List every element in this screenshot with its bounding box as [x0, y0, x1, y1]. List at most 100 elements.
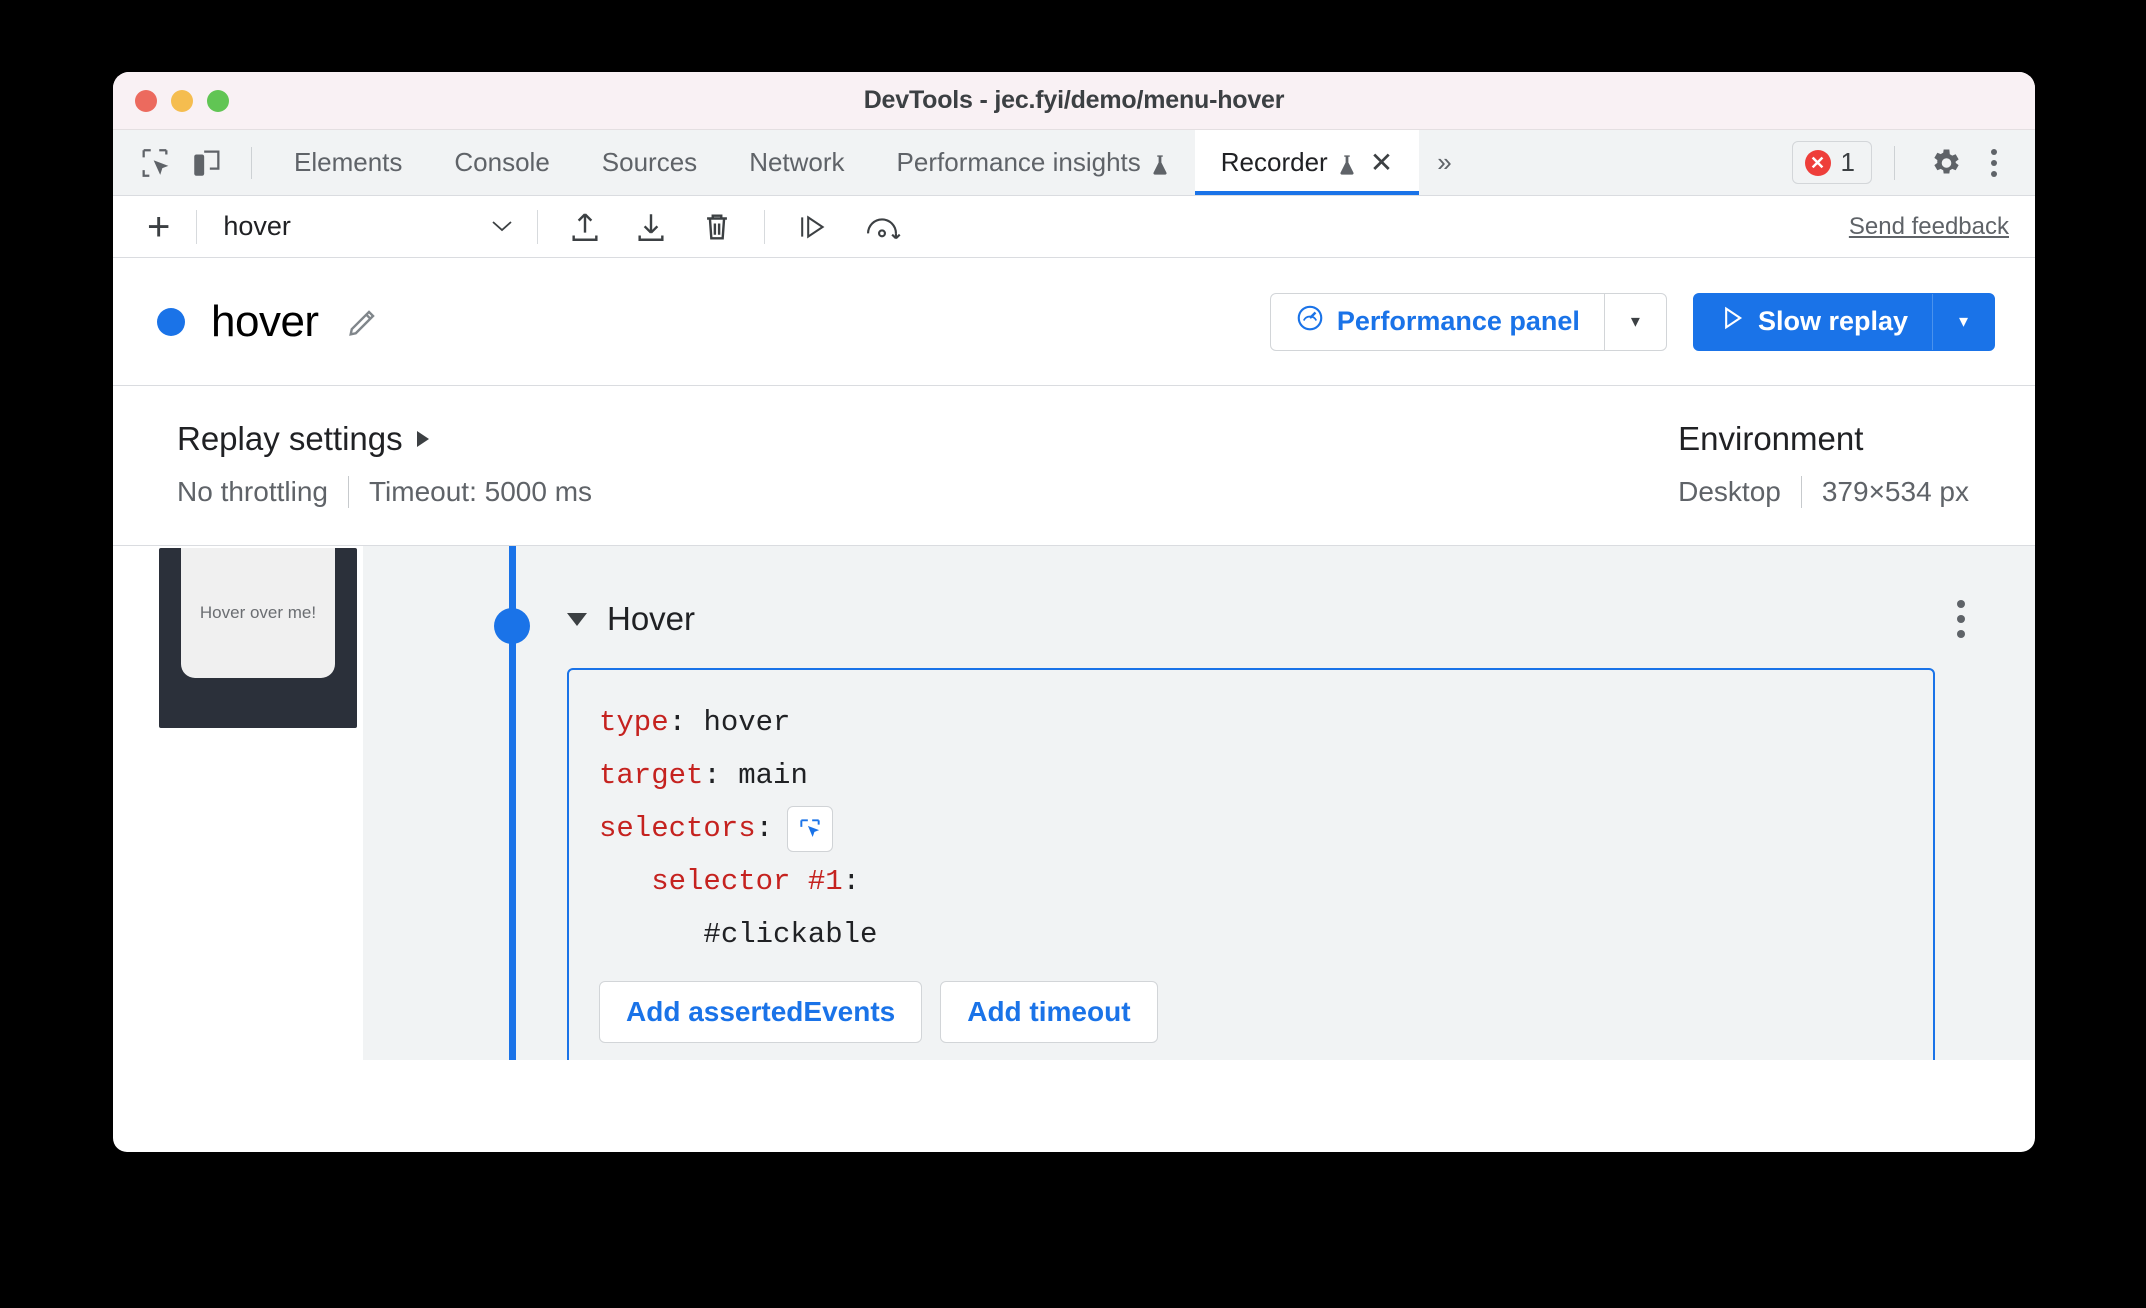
- step-header[interactable]: Hover: [567, 594, 2035, 644]
- add-recording-button[interactable]: +: [135, 207, 182, 247]
- chevron-right-icon: [416, 431, 429, 447]
- tab-label: Sources: [601, 147, 698, 177]
- toolbar-divider: [196, 209, 198, 244]
- code-sep: :: [755, 812, 774, 845]
- experiment-flask-icon: [1151, 152, 1169, 175]
- inspect-element-icon[interactable]: [131, 139, 179, 187]
- send-feedback-link[interactable]: Send feedback: [1849, 213, 2009, 241]
- code-key-selector-1: selector #1: [599, 865, 843, 898]
- tab-label: Performance insights: [896, 147, 1141, 177]
- kebab-menu-icon[interactable]: [1977, 141, 2011, 185]
- device-toolbar-icon[interactable]: [183, 139, 231, 187]
- devtools-window: DevTools - jec.fyi/demo/menu-hover Eleme…: [113, 72, 2035, 1152]
- error-count-label: 1: [1840, 147, 1855, 177]
- selector-picker-icon[interactable]: [787, 805, 834, 852]
- recorder-toolbar: + hover Send feedback: [113, 196, 2035, 258]
- slow-replay-label: Slow replay: [1757, 306, 1908, 336]
- code-value-target[interactable]: main: [738, 749, 808, 802]
- panel-tabs: Elements Console Sources Network Perform…: [268, 130, 1420, 195]
- step-hover: Hover type: hover target: main selectors…: [543, 546, 2035, 1086]
- timeline-step-marker[interactable]: [494, 608, 530, 644]
- recording-select[interactable]: hover: [211, 211, 481, 242]
- delete-recording-icon[interactable]: [684, 210, 750, 244]
- replay-options-caret[interactable]: ▾: [1932, 293, 1994, 350]
- devtools-tabbar: Elements Console Sources Network Perform…: [113, 130, 2035, 196]
- error-count-badge[interactable]: ✕ 1: [1791, 141, 1872, 184]
- environment-values: Desktop 379×534 px: [1678, 476, 1969, 508]
- window-traffic-lights[interactable]: [135, 89, 229, 112]
- tabbar-right-controls: ✕ 1: [1791, 141, 2035, 185]
- environment-section: Environment Desktop 379×534 px: [1678, 420, 1991, 508]
- chevron-down-icon[interactable]: [567, 612, 587, 626]
- code-sep: :: [703, 759, 739, 792]
- zoom-window-button[interactable]: [207, 89, 229, 112]
- replay-settings-toggle[interactable]: Replay settings: [177, 420, 592, 458]
- code-line-selector-value[interactable]: #clickable: [599, 908, 1903, 961]
- tab-label: Elements: [294, 147, 403, 177]
- window-title: DevTools - jec.fyi/demo/menu-hover: [863, 86, 1285, 114]
- more-tabs-icon[interactable]: »: [1419, 147, 1469, 178]
- experiment-flask-icon: [1338, 152, 1356, 175]
- tab-recorder[interactable]: Recorder ✕: [1194, 130, 1420, 195]
- screenshot-content: Hover over me!: [181, 548, 335, 678]
- slow-replay-button[interactable]: Slow replay: [1694, 294, 1932, 350]
- recording-header-actions: Performance panel ▾ Slow replay ▾: [1269, 292, 1995, 351]
- add-asserted-events-button[interactable]: Add assertedEvents: [599, 981, 923, 1043]
- steps-area: Hover over me! Hover type: hover target …: [113, 546, 2035, 1086]
- replay-icon[interactable]: [847, 211, 917, 243]
- replay-split-button[interactable]: Slow replay ▾: [1692, 292, 1995, 351]
- replay-settings-values: No throttling Timeout: 5000 ms: [177, 476, 592, 508]
- step-screenshot-thumbnail[interactable]: Hover over me!: [159, 548, 357, 728]
- settings-row: Replay settings No throttling Timeout: 5…: [113, 386, 2035, 546]
- step-over-icon[interactable]: [779, 211, 847, 243]
- performance-panel-caret[interactable]: ▾: [1603, 293, 1666, 350]
- tab-console[interactable]: Console: [428, 130, 575, 195]
- code-line-selectors: selectors:: [599, 802, 1903, 855]
- close-window-button[interactable]: [135, 89, 157, 112]
- close-icon[interactable]: ✕: [1370, 148, 1393, 177]
- recording-title: hover: [211, 296, 319, 346]
- screenshot-column: Hover over me!: [113, 546, 363, 1086]
- toolbar-divider: [537, 209, 539, 244]
- export-recording-icon[interactable]: [618, 210, 684, 244]
- import-recording-icon[interactable]: [552, 210, 618, 244]
- throttling-value: No throttling: [177, 476, 328, 507]
- code-key-target: target: [599, 759, 704, 792]
- play-triangle-icon: [1718, 304, 1746, 339]
- tab-sources[interactable]: Sources: [576, 130, 723, 195]
- add-timeout-button[interactable]: Add timeout: [940, 981, 1158, 1043]
- tab-label: Console: [454, 147, 550, 177]
- pencil-edit-icon[interactable]: [345, 304, 381, 340]
- environment-device: Desktop: [1678, 476, 1781, 507]
- value-divider: [347, 476, 349, 508]
- code-key-type: type: [599, 706, 669, 739]
- minimize-window-button[interactable]: [171, 89, 193, 112]
- performance-panel-split-button[interactable]: Performance panel ▾: [1269, 292, 1667, 351]
- gear-icon[interactable]: [1917, 145, 1973, 181]
- replay-settings-label: Replay settings: [177, 420, 403, 457]
- code-value-type[interactable]: hover: [703, 696, 790, 749]
- code-sep: :: [842, 865, 861, 898]
- tab-elements[interactable]: Elements: [268, 130, 428, 195]
- code-line-target: target: main: [599, 749, 1903, 802]
- step-title: Hover: [607, 600, 696, 637]
- code-line-type: type: hover: [599, 696, 1903, 749]
- error-icon: ✕: [1804, 149, 1831, 176]
- code-line-selector-1: selector #1:: [599, 855, 1903, 908]
- step-details-card: type: hover target: main selectors: sele…: [567, 668, 1935, 1067]
- tab-network[interactable]: Network: [723, 130, 870, 195]
- code-key-selectors: selectors: [599, 812, 756, 845]
- step-kebab-menu-icon[interactable]: [1951, 594, 1971, 644]
- chevron-down-icon[interactable]: [481, 214, 523, 240]
- code-value-selector: #clickable: [599, 918, 878, 951]
- performance-panel-label: Performance panel: [1336, 306, 1580, 336]
- environment-viewport: 379×534 px: [1821, 476, 1969, 507]
- tabbar-divider: [251, 146, 252, 179]
- replay-settings-section: Replay settings No throttling Timeout: 5…: [177, 420, 592, 508]
- tab-performance-insights[interactable]: Performance insights: [871, 130, 1195, 195]
- code-sep: :: [668, 706, 704, 739]
- performance-gauge-icon: [1295, 303, 1325, 340]
- toolbar-divider: [764, 209, 766, 244]
- performance-panel-button[interactable]: Performance panel: [1271, 294, 1604, 350]
- recording-header: hover Performance panel ▾ Slow replay ▾: [113, 258, 2035, 386]
